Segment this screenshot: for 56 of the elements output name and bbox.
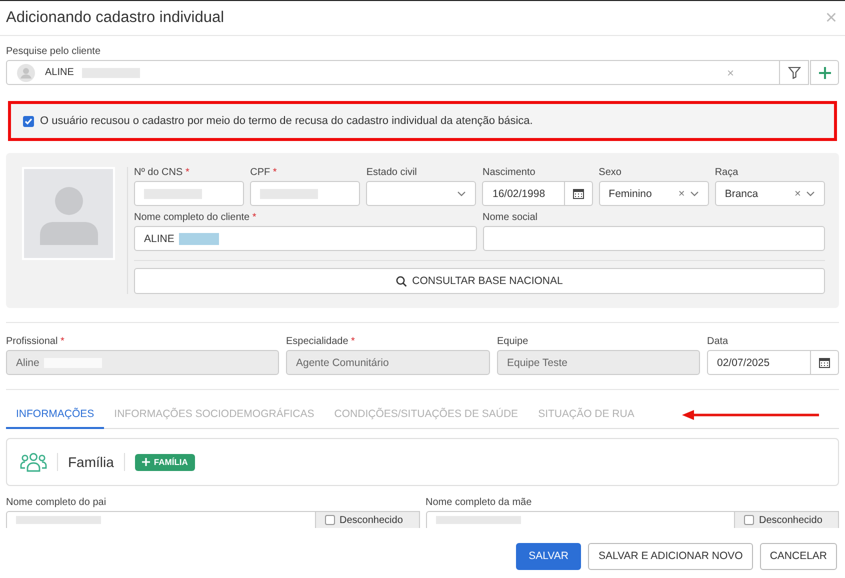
select-field[interactable]: Branca × bbox=[714, 181, 825, 206]
field-label: Profissional * bbox=[6, 336, 66, 347]
lookup-button[interactable]: CONSULTAR BASE NACIONAL bbox=[134, 268, 825, 294]
field-label: Nº do CNS * bbox=[134, 167, 190, 178]
field-label: Nome completo do cliente * bbox=[134, 212, 258, 223]
field-label: Equipe bbox=[497, 336, 530, 347]
avatar-icon bbox=[17, 64, 35, 82]
filter-button[interactable] bbox=[780, 60, 809, 85]
input-field[interactable] bbox=[6, 511, 316, 528]
client-search-field[interactable]: ALINE × bbox=[6, 60, 780, 85]
section-title: Família bbox=[68, 454, 114, 470]
calendar-button[interactable] bbox=[811, 350, 839, 375]
input-field[interactable] bbox=[482, 226, 825, 251]
tab[interactable]: INFORMAÇÕES bbox=[6, 402, 104, 428]
checkbox-label: O usuário recusou o cadastro por meio do termo de recusa do cadastro individual da atenção básica. bbox=[40, 115, 533, 127]
calendar-icon bbox=[572, 188, 584, 199]
input-field[interactable] bbox=[426, 511, 735, 528]
save-button[interactable]: SALVAR bbox=[516, 542, 582, 570]
footer-button[interactable]: SALVAR E ADICIONAR NOVO bbox=[588, 542, 753, 570]
add-button[interactable] bbox=[810, 60, 839, 85]
field-label: Nascimento bbox=[482, 167, 536, 178]
field-label: Especialidade * bbox=[286, 336, 356, 347]
plus-icon bbox=[142, 458, 150, 466]
caret-icon bbox=[806, 190, 815, 196]
add-family-button[interactable]: FAMÍLIA bbox=[134, 454, 195, 470]
select-field[interactable]: Feminino × bbox=[598, 181, 709, 206]
field-label: Estado civil bbox=[366, 167, 418, 178]
calendar-icon bbox=[819, 357, 830, 368]
footer-button[interactable]: CANCELAR bbox=[760, 542, 837, 570]
field-label: Sexo bbox=[598, 167, 622, 178]
calendar-button[interactable] bbox=[564, 181, 593, 206]
input-field[interactable] bbox=[250, 181, 360, 206]
checkbox-label: Desconhecido bbox=[340, 514, 403, 526]
field-label: Raça bbox=[714, 167, 740, 178]
field-label: Data bbox=[707, 336, 730, 347]
date-field[interactable]: 02/07/2025 bbox=[707, 350, 811, 375]
checkbox[interactable] bbox=[23, 116, 34, 126]
field-label: Nome completo da mãe bbox=[426, 497, 533, 508]
people-icon bbox=[20, 452, 47, 472]
input-field[interactable]: ALINE bbox=[134, 226, 476, 251]
filter-icon bbox=[788, 66, 800, 79]
input-field[interactable] bbox=[134, 181, 244, 206]
field-label: CPF * bbox=[250, 167, 278, 178]
checkbox[interactable] bbox=[744, 515, 754, 525]
field-label: Nome completo do pai bbox=[6, 497, 108, 508]
field-label: Pesquise pelo cliente bbox=[6, 46, 102, 57]
field-label: Nome social bbox=[482, 212, 539, 223]
select-field[interactable] bbox=[366, 181, 476, 206]
date-field[interactable]: 16/02/1998 bbox=[482, 181, 565, 206]
caret-icon bbox=[457, 190, 466, 196]
caret-icon bbox=[690, 190, 699, 196]
checkbox-label: Desconhecido bbox=[759, 514, 822, 526]
plus-icon bbox=[818, 66, 830, 78]
checkbox[interactable] bbox=[324, 515, 334, 525]
dialog-title: Adicionando cadastro individual bbox=[6, 9, 224, 27]
search-icon bbox=[396, 276, 408, 286]
